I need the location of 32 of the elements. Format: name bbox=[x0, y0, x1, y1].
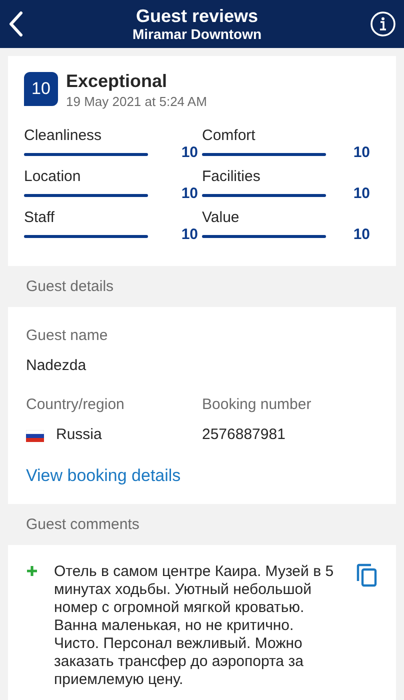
screen-title: Guest reviews bbox=[134, 6, 260, 26]
field-label: Guest name bbox=[26, 326, 109, 346]
hotel-name: Miramar Downtown bbox=[131, 26, 263, 42]
field-label: Booking number bbox=[202, 394, 312, 415]
copy-button[interactable] bbox=[356, 562, 378, 587]
rating-label: Value bbox=[202, 209, 240, 228]
rating-score: 10 bbox=[180, 145, 198, 160]
rating-score: 10 bbox=[352, 227, 370, 242]
rating-label: Comfort bbox=[202, 127, 256, 146]
flag-icon bbox=[26, 430, 44, 442]
rating-label: Location bbox=[24, 168, 82, 186]
rating-label: Facilities bbox=[202, 168, 262, 186]
review-verdict: Exceptional bbox=[66, 72, 168, 92]
review-date: 19 May 2021 at 5:24 AM bbox=[66, 92, 207, 111]
rating-score: 10 bbox=[180, 227, 198, 242]
info-button[interactable] bbox=[370, 11, 396, 37]
rating-label: Staff bbox=[24, 209, 56, 228]
field-value: 2576887981 bbox=[202, 425, 286, 446]
field-value: Russia bbox=[56, 425, 102, 446]
section-heading: Guest comments bbox=[25, 515, 140, 536]
field-label: Country/region bbox=[26, 394, 126, 415]
section-heading: Guest details bbox=[25, 277, 115, 298]
field-value: Nadezda bbox=[26, 356, 88, 376]
score-badge: 10 bbox=[24, 72, 58, 106]
rating-label: Cleanliness bbox=[24, 127, 103, 146]
comment-text: Отель в самом центре Каира. Музей в 5 минутах ходьбы. Уютный небольшой номер с огромной мягкой кроватью. Ванна маленькая, но не критично. Чисто. Персонал вежливый. Можно заказать трансфер до аэропорта за приемлемую цену. bbox=[54, 562, 335, 689]
rating-score: 10 bbox=[180, 186, 198, 202]
rating-score: 10 bbox=[352, 145, 370, 160]
view-booking-link[interactable]: View booking details bbox=[26, 466, 181, 485]
rating-score: 10 bbox=[352, 186, 370, 202]
plus-icon bbox=[26, 564, 38, 577]
back-button[interactable] bbox=[8, 11, 24, 37]
